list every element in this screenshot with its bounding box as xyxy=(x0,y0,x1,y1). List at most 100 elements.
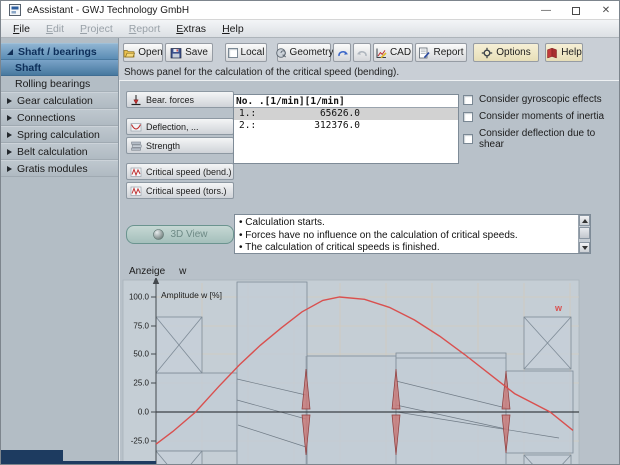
save-label: Save xyxy=(185,47,208,58)
gyroscopic-effects-checkbox[interactable] xyxy=(463,95,473,105)
options-gear-icon xyxy=(481,47,493,59)
help-button[interactable]: Help xyxy=(545,43,583,62)
options-label: Options xyxy=(496,47,530,58)
window-title: eAssistant - GWJ Technology GmbH xyxy=(27,5,189,16)
table-row[interactable]: 1.: 65626.0 xyxy=(234,108,458,120)
menu-help[interactable]: Help xyxy=(214,22,252,36)
cad-button[interactable]: CAD xyxy=(373,43,413,62)
cad-label: CAD xyxy=(390,47,411,58)
bear-forces-label: Bear. forces xyxy=(146,95,194,105)
menu-extras[interactable]: Extras xyxy=(168,22,214,36)
geometry-spiral-icon xyxy=(275,47,287,59)
sidebar-section-label: Connections xyxy=(17,112,75,124)
critical-speed-results-table[interactable]: No. .[1/min][1/min] 1.: 65626.0 2.: 3123… xyxy=(233,94,459,164)
app-window: eAssistant - GWJ Technology GmbH — ✕ Fil… xyxy=(0,0,620,465)
deflection-shear-checkbox[interactable] xyxy=(463,134,473,144)
deflection-icon xyxy=(130,121,142,133)
scroll-up-icon[interactable] xyxy=(579,215,590,226)
scrollbar-thumb[interactable] xyxy=(579,227,590,239)
deflection-button[interactable]: Deflection, ... xyxy=(126,118,234,135)
maximize-icon[interactable] xyxy=(561,1,591,20)
close-icon[interactable]: ✕ xyxy=(591,1,620,20)
sidebar-item-spring-calculation[interactable]: Spring calculation xyxy=(1,126,118,143)
menu-bar: File Edit Project Report Extras Help xyxy=(1,20,620,38)
checkbox-label: Consider moments of inertia xyxy=(479,111,604,122)
log-line: • Forces have no influence on the calcul… xyxy=(239,230,576,243)
menu-project[interactable]: Project xyxy=(72,22,121,36)
svg-text:75.0: 75.0 xyxy=(133,322,149,331)
log-scrollbar[interactable] xyxy=(578,215,590,253)
menu-edit[interactable]: Edit xyxy=(38,22,72,36)
report-button[interactable]: Report xyxy=(415,43,467,62)
redo-button[interactable] xyxy=(353,43,371,62)
cad-icon xyxy=(375,47,387,59)
geometry-label: Geometry xyxy=(290,47,334,58)
svg-text:25.0: 25.0 xyxy=(133,379,149,388)
3d-view-label: 3D View xyxy=(170,229,207,240)
collapsed-triangle-icon xyxy=(7,98,12,104)
svg-text:0.0: 0.0 xyxy=(138,408,150,417)
minimize-icon[interactable]: — xyxy=(531,1,561,20)
sidebar-item-connections[interactable]: Connections xyxy=(1,109,118,126)
row-value: 312376.0 xyxy=(268,120,360,132)
critical-speed-tors-button[interactable]: Critical speed (tors.) xyxy=(126,182,234,199)
strength-button[interactable]: Strength xyxy=(126,137,234,154)
critical-speed-bend-button[interactable]: Critical speed (bend.) xyxy=(126,163,234,180)
log-line: • The calculation of critical speeds is … xyxy=(239,242,576,255)
open-button[interactable]: Open xyxy=(123,43,163,62)
sidebar-item-belt-calculation[interactable]: Belt calculation xyxy=(1,143,118,160)
critical-speed-bend-label: Critical speed (bend.) xyxy=(146,167,232,177)
options-button[interactable]: Options xyxy=(473,43,539,62)
deflection-label: Deflection, ... xyxy=(146,122,199,132)
svg-text:50.0: 50.0 xyxy=(133,350,149,359)
svg-text:-25.0: -25.0 xyxy=(131,437,150,446)
log-line: • Calculation starts. xyxy=(239,217,576,230)
bearing-forces-icon xyxy=(130,94,142,106)
deflection-shear-option[interactable]: Consider deflection due to shear xyxy=(463,128,619,150)
anzeige-label: Anzeige xyxy=(129,266,165,277)
toolbar: Open Save Local Geometry CAD Report xyxy=(123,43,583,62)
menu-file[interactable]: File xyxy=(5,22,38,36)
sidebar-item-shaft[interactable]: Shaft xyxy=(1,60,118,76)
report-document-icon xyxy=(418,47,430,59)
sidebar-item-shaft-bearings[interactable]: Shaft / bearings xyxy=(1,43,118,60)
app-icon xyxy=(9,4,21,16)
local-label: Local xyxy=(241,47,265,58)
scroll-down-icon[interactable] xyxy=(579,242,590,253)
3d-view-button[interactable]: 3D View xyxy=(126,225,234,244)
sidebar-sub-label: Rolling bearings xyxy=(15,78,90,90)
sidebar-item-rolling-bearings[interactable]: Rolling bearings xyxy=(1,76,118,92)
critical-speed-tors-icon xyxy=(130,185,142,197)
calculation-log[interactable]: • Calculation starts. • Forces have no i… xyxy=(234,214,591,254)
help-book-icon xyxy=(546,47,558,59)
local-checkbox[interactable] xyxy=(228,48,238,58)
strength-label: Strength xyxy=(146,141,180,151)
moments-of-inertia-option[interactable]: Consider moments of inertia xyxy=(463,111,604,122)
gyroscopic-effects-option[interactable]: Consider gyroscopic effects xyxy=(463,94,602,105)
legend-w: w xyxy=(554,303,563,313)
table-row[interactable]: 2.: 312376.0 xyxy=(234,120,458,132)
status-text: Shows panel for the calculation of the c… xyxy=(124,67,399,78)
anzeige-value[interactable]: w xyxy=(179,266,186,277)
moments-of-inertia-checkbox[interactable] xyxy=(463,112,473,122)
expanded-triangle-icon xyxy=(7,49,13,55)
checkbox-label: Consider deflection due to shear xyxy=(479,128,619,150)
sidebar: Shaft / bearings Shaft Rolling bearings … xyxy=(1,38,119,465)
sidebar-item-gratis-modules[interactable]: Gratis modules xyxy=(1,160,118,177)
critical-speed-bend-icon xyxy=(130,166,142,178)
bear-forces-button[interactable]: Bear. forces xyxy=(126,91,234,108)
redo-icon xyxy=(356,47,369,59)
open-folder-icon xyxy=(123,47,135,59)
collapsed-triangle-icon xyxy=(7,132,12,138)
row-number: 1.: xyxy=(234,108,268,120)
sidebar-selected-label: Shaft xyxy=(15,62,41,74)
sidebar-item-gear-calculation[interactable]: Gear calculation xyxy=(1,92,118,109)
help-label: Help xyxy=(561,47,582,58)
undo-button[interactable] xyxy=(333,43,351,62)
menu-report[interactable]: Report xyxy=(121,22,169,36)
save-button[interactable]: Save xyxy=(165,43,213,62)
geometry-button[interactable]: Geometry xyxy=(277,43,331,62)
local-checkbox-button[interactable]: Local xyxy=(225,43,267,62)
report-label: Report xyxy=(433,47,463,58)
collapsed-triangle-icon xyxy=(7,149,12,155)
